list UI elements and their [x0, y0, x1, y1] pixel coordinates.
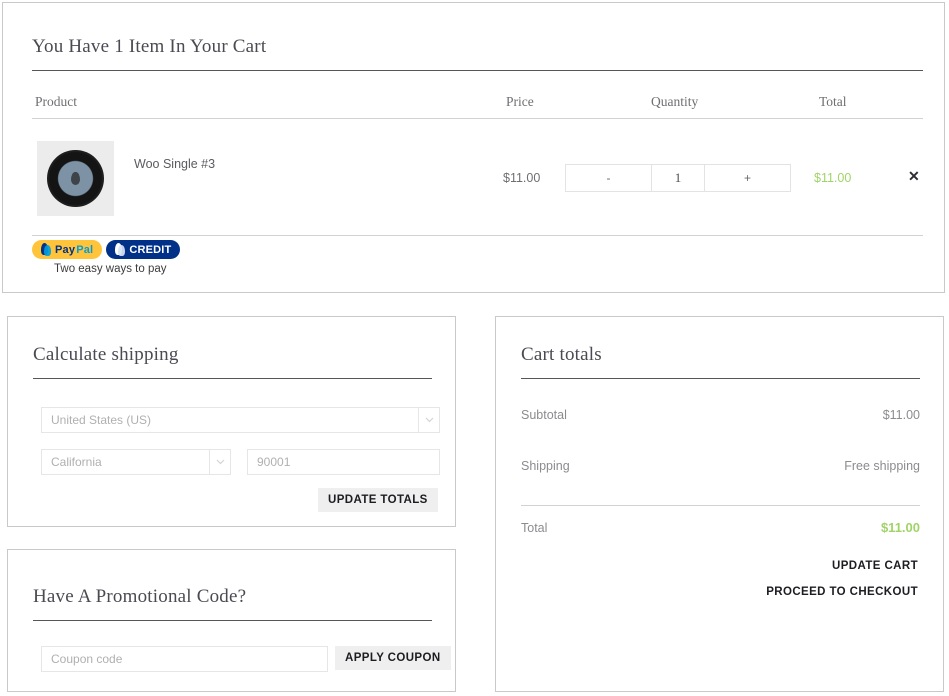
paypal-credit-logo-icon [115, 243, 126, 256]
quantity-decrease-button[interactable]: - [565, 164, 652, 192]
proceed-to-checkout-button[interactable]: PROCEED TO CHECKOUT [766, 586, 918, 598]
paypal-logo-icon [41, 243, 52, 256]
title-divider [32, 70, 923, 71]
remove-item-icon[interactable]: ✕ [908, 169, 920, 183]
subtotal-row: Subtotal $11.00 [521, 408, 920, 422]
page-title: You Have 1 Item In Your Cart [32, 36, 267, 57]
vinyl-record-icon [47, 150, 104, 207]
paypal-word-pay: Pay [55, 243, 76, 256]
paypal-credit-label: CREDIT [129, 243, 172, 256]
product-price: $11.00 [503, 171, 541, 185]
subtotal-value: $11.00 [882, 408, 920, 422]
paypal-caption: Two easy ways to pay [54, 263, 167, 275]
totals-divider [521, 505, 920, 506]
coupon-placeholder: Coupon code [51, 652, 123, 666]
cart-page: You Have 1 Item In Your Cart Product Pri… [0, 0, 949, 696]
chevron-down-icon[interactable] [209, 449, 230, 475]
column-header-quantity: Quantity [651, 94, 699, 109]
chevron-down-icon[interactable] [418, 407, 439, 433]
total-label: Total [521, 521, 548, 535]
quantity-increase-button[interactable]: + [704, 164, 791, 192]
postcode-input[interactable]: 90001 [247, 449, 440, 475]
shipping-label: Shipping [521, 459, 570, 473]
paypal-word-pal: Pal [76, 243, 94, 256]
cart-totals-panel: Cart totals Subtotal $11.00 Shipping Fre… [495, 316, 944, 692]
table-header-divider [32, 118, 923, 119]
paypal-promo: Pay Pal CREDIT Two easy ways to pay [32, 240, 181, 275]
product-thumbnail[interactable] [37, 141, 114, 216]
paypal-credit-badge[interactable]: CREDIT [106, 240, 181, 259]
promo-heading-divider [33, 620, 432, 621]
product-name-link[interactable]: Woo Single #3 [134, 157, 215, 171]
total-value: $11.00 [880, 520, 920, 535]
apply-coupon-button[interactable]: APPLY COUPON [335, 646, 451, 670]
paypal-badges: Pay Pal CREDIT [32, 240, 181, 259]
update-totals-button[interactable]: UPDATE TOTALS [318, 488, 438, 512]
state-select[interactable]: California [41, 449, 231, 475]
shipping-heading: Calculate shipping [33, 344, 179, 365]
quantity-stepper[interactable]: - 1 + [565, 164, 791, 192]
column-header-price: Price [506, 94, 534, 109]
paypal-badge[interactable]: Pay Pal [32, 240, 103, 259]
shipping-value: Free shipping [844, 459, 920, 473]
cart-totals-heading: Cart totals [521, 344, 602, 365]
cart-totals-heading-divider [521, 378, 920, 379]
column-header-total: Total [819, 94, 847, 109]
country-select[interactable]: United States (US) [41, 407, 440, 433]
country-select-value: United States (US) [51, 413, 152, 427]
promo-code-panel: Have A Promotional Code? Coupon code APP… [7, 549, 456, 692]
cart-items-panel: You Have 1 Item In Your Cart Product Pri… [2, 2, 945, 293]
subtotal-label: Subtotal [521, 408, 567, 422]
column-header-product: Product [35, 94, 77, 109]
promo-heading: Have A Promotional Code? [33, 586, 247, 607]
shipping-heading-divider [33, 378, 432, 379]
coupon-input[interactable]: Coupon code [41, 646, 328, 672]
calculate-shipping-panel: Calculate shipping United States (US) Ca… [7, 316, 456, 527]
postcode-value: 90001 [257, 455, 291, 469]
product-row-divider [32, 235, 923, 236]
update-cart-button[interactable]: UPDATE CART [832, 560, 918, 572]
product-line-total: $11.00 [814, 171, 852, 185]
shipping-row: Shipping Free shipping [521, 459, 920, 473]
quantity-input[interactable]: 1 [651, 164, 705, 192]
grand-total-row: Total $11.00 [521, 520, 920, 535]
state-select-value: California [51, 455, 102, 469]
